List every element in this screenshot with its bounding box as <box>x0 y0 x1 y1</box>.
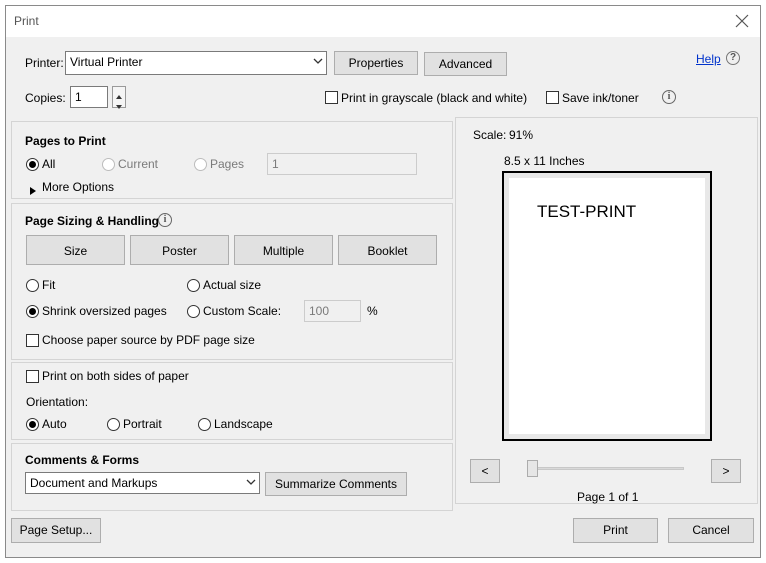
page-preview-text: TEST-PRINT <box>537 202 637 221</box>
page-preview-sheet: TEST-PRINT <box>509 178 705 434</box>
more-options-link[interactable]: More Options <box>42 180 114 194</box>
page-sizing-info-icon[interactable]: i <box>158 213 172 227</box>
summarize-comments-button[interactable]: Summarize Comments <box>265 472 407 496</box>
fit-radio[interactable] <box>26 279 39 292</box>
percent-label: % <box>367 304 378 318</box>
portrait-radio[interactable] <box>107 418 120 431</box>
window-title: Print <box>14 14 39 28</box>
all-pages-radio[interactable] <box>26 158 39 171</box>
page-slider-track[interactable] <box>527 467 684 470</box>
pages-label: Pages <box>210 157 245 171</box>
advanced-button[interactable]: Advanced <box>424 52 507 76</box>
shrink-oversized-radio[interactable] <box>26 305 39 318</box>
scale-label: Scale: <box>473 128 507 142</box>
both-sides-label: Print on both sides of paper <box>42 369 189 383</box>
paper-source-label: Choose paper source by PDF page size <box>42 333 255 347</box>
copies-label: Copies: <box>25 91 66 105</box>
comments-forms-panel: Comments & Forms Document and Markups Su… <box>11 443 453 511</box>
size-button[interactable]: Size <box>26 235 125 265</box>
actual-size-radio[interactable] <box>187 279 200 292</box>
copies-stepper[interactable] <box>112 86 126 109</box>
pages-range-input[interactable]: 1 <box>267 153 417 175</box>
copies-value: 1 <box>75 90 82 104</box>
properties-button[interactable]: Properties <box>334 51 418 75</box>
page-sizing-heading: Page Sizing & Handling <box>25 214 160 228</box>
landscape-radio[interactable] <box>198 418 211 431</box>
current-page-radio[interactable] <box>102 158 115 171</box>
next-page-button[interactable]: > <box>711 459 741 483</box>
chevron-down-icon <box>308 52 326 74</box>
all-pages-label: All <box>42 157 56 171</box>
current-page-label: Current <box>118 157 159 171</box>
print-button[interactable]: Print <box>573 518 658 543</box>
multiple-button[interactable]: Multiple <box>234 235 333 265</box>
pages-to-print-heading: Pages to Print <box>25 134 106 148</box>
comments-forms-heading: Comments & Forms <box>25 453 140 467</box>
chevron-down-icon <box>241 473 259 493</box>
custom-scale-radio[interactable] <box>187 305 200 318</box>
help-question-icon[interactable]: ? <box>726 51 740 65</box>
orientation-label: Orientation: <box>26 395 89 409</box>
scale-value: 91% <box>509 128 534 142</box>
paper-source-checkbox[interactable] <box>26 334 39 347</box>
close-icon[interactable] <box>732 11 752 31</box>
landscape-label: Landscape <box>214 417 273 431</box>
custom-scale-input[interactable]: 100 <box>304 300 361 322</box>
shrink-oversized-label: Shrink oversized pages <box>42 304 167 318</box>
previous-page-button[interactable]: < <box>470 459 500 483</box>
printer-selected-value: Virtual Printer <box>70 55 143 69</box>
pages-radio[interactable] <box>194 158 207 171</box>
actual-size-label: Actual size <box>203 278 262 292</box>
info-icon[interactable]: i <box>662 90 676 104</box>
orientation-panel: Print on both sides of paper Orientation… <box>11 362 453 440</box>
preview-panel: Scale: 91% 8.5 x 11 Inches TEST-PRINT < … <box>455 117 758 504</box>
booklet-button[interactable]: Booklet <box>338 235 437 265</box>
comments-forms-select[interactable]: Document and Markups <box>25 472 260 494</box>
pages-to-print-panel: Pages to Print All Current Pages 1 More … <box>11 121 453 199</box>
help-link[interactable]: Help <box>696 52 721 66</box>
print-dialog: Print Printer: Virtual Printer Propertie… <box>5 5 761 558</box>
fit-label: Fit <box>42 278 56 292</box>
page-indicator: Page 1 of 1 <box>577 490 639 504</box>
comments-selected-value: Document and Markups <box>30 476 158 490</box>
grayscale-label: Print in grayscale (black and white) <box>341 91 528 105</box>
auto-orientation-radio[interactable] <box>26 418 39 431</box>
page-preview: TEST-PRINT <box>502 171 712 441</box>
grayscale-checkbox[interactable] <box>325 91 338 104</box>
save-ink-label: Save ink/toner <box>562 91 639 105</box>
stepper-down-icon[interactable] <box>115 99 123 113</box>
custom-scale-label: Custom Scale: <box>203 304 282 318</box>
save-ink-checkbox[interactable] <box>546 91 559 104</box>
page-setup-button[interactable]: Page Setup... <box>11 518 101 543</box>
copies-input[interactable]: 1 <box>70 86 108 108</box>
poster-button[interactable]: Poster <box>130 235 229 265</box>
page-sizing-panel: Page Sizing & Handling i Size Poster Mul… <box>11 203 453 360</box>
auto-orientation-label: Auto <box>42 417 67 431</box>
title-bar: Print <box>6 6 760 37</box>
printer-label: Printer: <box>25 56 64 70</box>
page-slider-thumb[interactable] <box>527 460 538 477</box>
expand-triangle-icon[interactable] <box>30 184 36 198</box>
printer-select[interactable]: Virtual Printer <box>65 51 327 75</box>
cancel-button[interactable]: Cancel <box>668 518 754 543</box>
portrait-label: Portrait <box>123 417 162 431</box>
both-sides-checkbox[interactable] <box>26 370 39 383</box>
paper-size-label: 8.5 x 11 Inches <box>504 154 585 168</box>
